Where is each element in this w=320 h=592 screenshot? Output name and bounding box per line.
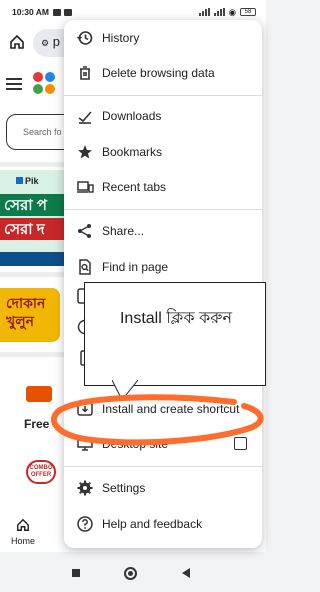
star-icon [78,145,92,159]
section-divider [0,272,70,277]
message-icon [53,8,62,16]
menu-item-history[interactable]: History [64,24,262,52]
menu-label: Bookmarks [102,145,163,159]
menu-label: Settings [102,481,146,495]
notification-icons [53,8,73,16]
highlight-scribble [51,394,264,446]
banner-line-2: সেরা দ [0,218,70,240]
find-in-page-icon [79,259,91,275]
menu-label: Recent tabs [102,180,167,194]
hamburger-menu-icon[interactable] [6,78,22,90]
signal-2-icon [213,8,225,16]
home-icon[interactable] [9,34,25,50]
help-icon [77,516,93,532]
menu-item-settings[interactable]: Settings [64,474,262,502]
site-logo [33,72,57,96]
menu-item-help-feedback[interactable]: Help and feedback [64,510,262,538]
menu-label: Delete browsing data [102,66,215,80]
mail-icon [64,8,73,16]
menu-item-delete-browsing-data[interactable]: Delete browsing data [64,59,262,87]
section-divider [0,162,70,167]
home-nav-label[interactable]: Home [11,536,35,546]
status-right: ◉ 58 [198,6,256,18]
menu-item-find-in-page[interactable]: Find in page [64,253,262,281]
signal-icon [198,8,210,16]
battery-icon: 58 [240,8,256,16]
share-icon [78,224,91,238]
menu-item-downloads[interactable]: Downloads [64,102,262,130]
combo-offer-badge[interactable]: COMBO OFFER [26,460,56,484]
menu-label: Find in page [102,260,169,274]
banner-line-1: সেরা প [0,194,70,216]
status-time: 10:30 AM [12,7,50,17]
menu-divider [64,95,262,96]
menu-label: History [102,31,140,45]
shop-card[interactable]: দোকান খুলুন [0,288,60,342]
menu-label: Share... [102,224,145,238]
history-icon [77,31,93,45]
home-button[interactable] [124,567,137,580]
trash-icon [80,66,90,80]
callout-text: Install ক্লিক করুন [119,310,232,327]
site-settings-icon[interactable]: ⚙ [41,38,49,48]
menu-label: Help and feedback [102,517,203,531]
search-placeholder: Search fo [23,127,62,137]
menu-divider [64,209,262,210]
devices-icon [77,181,94,193]
system-nav-bar [0,552,266,592]
home-nav-icon[interactable] [16,518,30,532]
banner-footer [0,252,70,266]
menu-item-share[interactable]: Share... [64,217,262,245]
recents-button[interactable] [72,569,80,577]
menu-divider [64,466,262,467]
brand-mark-icon [16,177,23,184]
back-button[interactable] [182,568,190,578]
menu-item-bookmarks[interactable]: Bookmarks [64,138,262,166]
wifi-icon: ◉ [228,6,236,17]
gear-icon [77,480,93,496]
menu-label: Downloads [102,109,162,123]
promo-banner[interactable]: Pik সেরা প সেরা দ [0,170,70,266]
instruction-callout: Install ক্লিক করুন [84,282,266,386]
url-text: p [52,34,60,49]
section-divider [0,352,70,357]
menu-item-recent-tabs[interactable]: Recent tabs [64,173,262,201]
banner-brand: Pik [25,176,39,186]
download-icon [78,111,92,124]
